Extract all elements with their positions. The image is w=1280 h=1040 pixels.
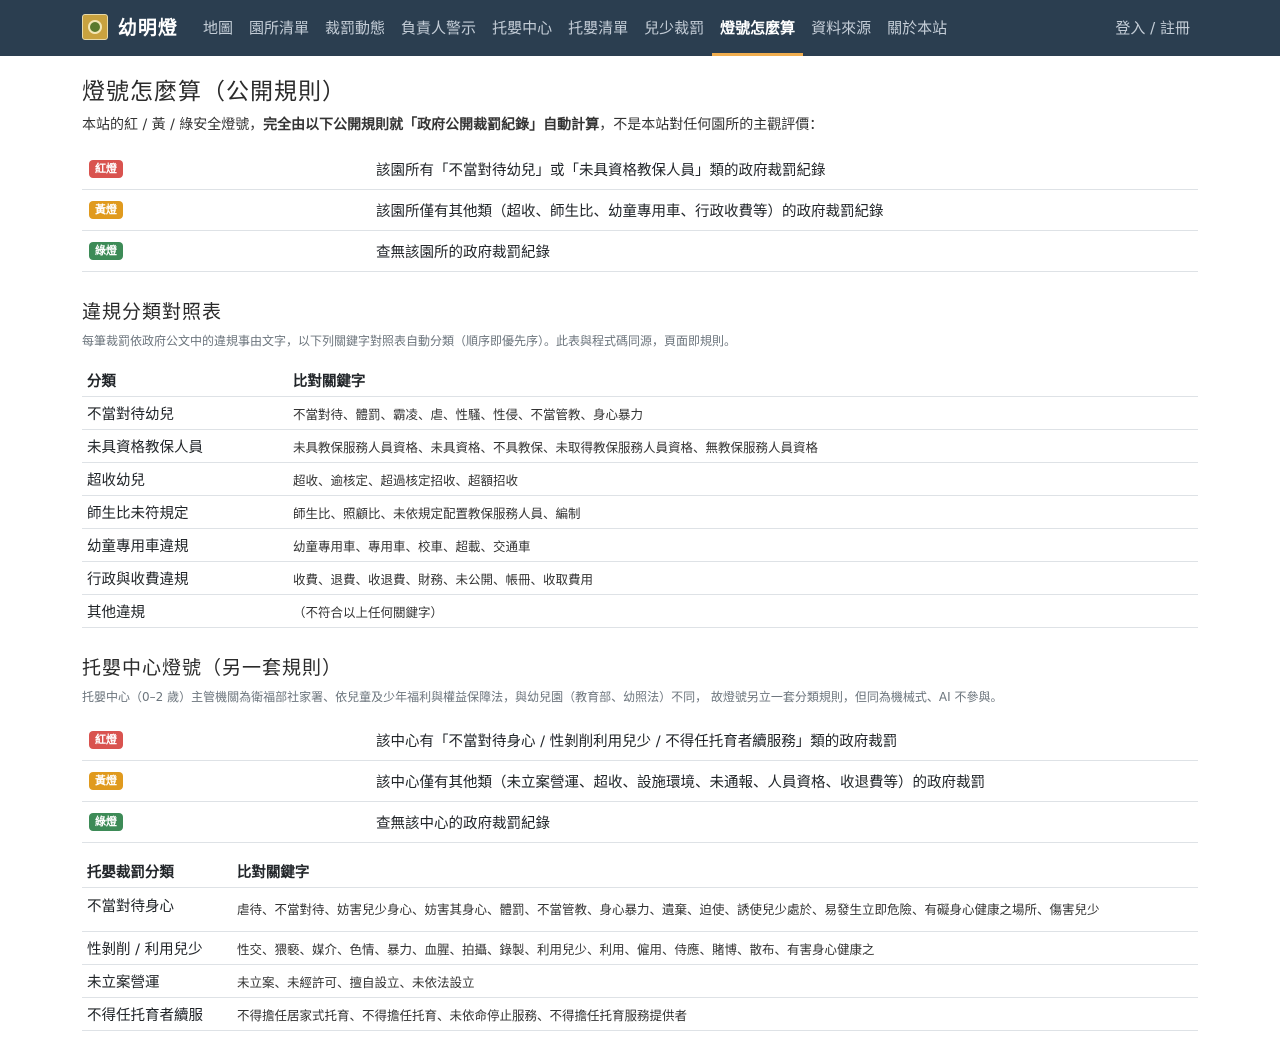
keywords-cell: 未具教保服務人員資格、未具資格、不具教保、未取得教保服務人員資格、無教保服務人員… (288, 429, 1198, 463)
nav-link-about[interactable]: 關於本站 (879, 0, 955, 56)
keywords-cell: 超收、逾核定、超過核定招收、超額招收 (288, 462, 1198, 496)
table-row: 師生比未符規定 師生比、照顧比、未依規定配置教保服務人員、編制 (82, 495, 1198, 529)
yellow-light-badge: 黃燈 (89, 201, 123, 219)
rule-text: 該園所有「不當對待幼兒」或「未具資格教保人員」類的政府裁罰紀錄 (376, 149, 1198, 190)
nav-link-daycare-centers[interactable]: 托嬰中心 (484, 0, 560, 56)
keywords-cell: 未立案、未經許可、擅自設立、未依法設立 (232, 964, 1198, 998)
table-row: 超收幼兒 超收、逾核定、超過核定招收、超額招收 (82, 462, 1198, 496)
table-row: 不當對待身心 虐待、不當對待、妨害兒少身心、妨害其身心、體罰、不當管教、身心暴力、… (82, 887, 1198, 932)
section-title-daycare-lights: 托嬰中心燈號（另一套規則） (82, 657, 343, 679)
section-description: 每筆裁罰依政府公文中的違規事由文字，以下列關鍵字對照表自動分類（順序即優先序）。… (82, 334, 737, 348)
rule-text: 查無該中心的政府裁罰紀錄 (376, 801, 1198, 843)
site-logo-icon (82, 13, 108, 40)
rule-row-red: 紅燈 該園所有「不當對待幼兒」或「未具資格教保人員」類的政府裁罰紀錄 (82, 149, 1198, 190)
category-cell: 不得任托育者續服 (82, 997, 232, 1031)
rule-text: 該園所僅有其他類（超收、師生比、幼童專用車、行政收費等）的政府裁罰紀錄 (376, 189, 1198, 231)
keywords-cell: 不得擔任居家式托育、不得擔任托育、未依命停止服務、不得擔任托育服務提供者 (232, 997, 1198, 1031)
nav-link-map[interactable]: 地圖 (195, 0, 241, 56)
section-title-violation-categories: 違規分類對照表 (82, 301, 223, 323)
intro-bold-text: 完全由以下公開規則就「政府公開裁罰紀錄」自動計算 (263, 117, 600, 133)
keywords-cell: 不當對待、體罰、霸凌、虐、性騷、性侵、不當管教、身心暴力 (288, 396, 1198, 430)
brand-name: 幼明燈 (118, 17, 179, 39)
rule-row-red: 紅燈 該中心有「不當對待身心 / 性剝削利用兒少 / 不得任托育者續服務」類的政… (82, 720, 1198, 761)
nav-links: 地圖 園所清單 裁罰動態 負責人警示 托嬰中心 托嬰清單 兒少裁罰 燈號怎麼算 … (195, 0, 955, 56)
intro-text: 本站的紅 / 黃 / 綠安全燈號，完全由以下公開規則就「政府公開裁罰紀錄」自動計… (82, 117, 824, 133)
category-cell: 幼童專用車違規 (82, 528, 288, 562)
table-row: 不當對待幼兒 不當對待、體罰、霸凌、虐、性騷、性侵、不當管教、身心暴力 (82, 396, 1198, 430)
keywords-cell: 虐待、不當對待、妨害兒少身心、妨害其身心、體罰、不當管教、身心暴力、遺棄、迫使、… (232, 887, 1198, 932)
green-light-badge: 綠燈 (89, 242, 123, 260)
category-cell: 超收幼兒 (82, 462, 288, 496)
column-header-category: 托嬰裁罰分類 (82, 855, 232, 888)
keywords-cell: （不符合以上任何關鍵字） (288, 594, 1198, 628)
main-content: 燈號怎麼算（公開規則） 本站的紅 / 黃 / 綠安全燈號，完全由以下公開規則就「… (82, 56, 1198, 1031)
table-row: 不得任托育者續服 不得擔任居家式托育、不得擔任托育、未依命停止服務、不得擔任托育服… (82, 997, 1198, 1031)
green-light-badge: 綠燈 (89, 813, 123, 831)
kindergarten-light-rules: 紅燈 該園所有「不當對待幼兒」或「未具資格教保人員」類的政府裁罰紀錄 黃燈 該園… (82, 149, 1198, 272)
column-header-keywords: 比對關鍵字 (288, 364, 1198, 397)
violation-keyword-table: 分類 比對關鍵字 不當對待幼兒 不當對待、體罰、霸凌、虐、性騷、性侵、不當管教、身… (82, 364, 1198, 628)
top-navbar: 幼明燈 地圖 園所清單 裁罰動態 負責人警示 托嬰中心 托嬰清單 兒少裁罰 燈號… (0, 0, 1280, 56)
nav-link-light-rules[interactable]: 燈號怎麼算 (712, 0, 804, 56)
section-description: 托嬰中心（0–2 歲）主管機關為衛福部社家署、依兒童及少年福利與權益保障法，與幼… (82, 690, 1003, 704)
column-header-keywords: 比對關鍵字 (232, 855, 1198, 888)
keywords-cell: 幼童專用車、專用車、校車、超載、交通車 (288, 528, 1198, 562)
daycare-keyword-table: 托嬰裁罰分類 比對關鍵字 不當對待身心 虐待、不當對待、妨害兒少身心、妨害其身心、… (82, 855, 1198, 1031)
page-title: 燈號怎麼算（公開規則） (82, 79, 346, 105)
column-header-category: 分類 (82, 364, 288, 397)
category-cell: 未立案營運 (82, 964, 232, 998)
table-row: 行政與收費違規 收費、退費、收退費、財務、未公開、帳冊、收取費用 (82, 561, 1198, 595)
red-light-badge: 紅燈 (89, 731, 123, 749)
nav-link-child-penalties[interactable]: 兒少裁罰 (636, 0, 712, 56)
table-row: 其他違規 （不符合以上任何關鍵字） (82, 594, 1198, 628)
table-header-row: 托嬰裁罰分類 比對關鍵字 (82, 855, 1198, 888)
table-row: 性剝削 / 利用兒少 性交、猥褻、媒介、色情、暴力、血腥、拍攝、錄製、利用兒少、利… (82, 931, 1198, 965)
category-cell: 行政與收費違規 (82, 561, 288, 595)
category-cell: 性剝削 / 利用兒少 (82, 931, 232, 965)
rule-row-yellow: 黃燈 該中心僅有其他類（未立案營運、超收、設施環境、未通報、人員資格、收退費等）… (82, 760, 1198, 802)
rule-text: 該中心僅有其他類（未立案營運、超收、設施環境、未通報、人員資格、收退費等）的政府… (376, 760, 1198, 802)
table-row: 未立案營運 未立案、未經許可、擅自設立、未依法設立 (82, 964, 1198, 998)
nav-link-daycare-list[interactable]: 托嬰清單 (560, 0, 636, 56)
category-cell: 不當對待身心 (82, 887, 232, 932)
keywords-cell: 性交、猥褻、媒介、色情、暴力、血腥、拍攝、錄製、利用兒少、利用、僱用、侍應、賭博… (232, 931, 1198, 965)
category-cell: 不當對待幼兒 (82, 396, 288, 430)
category-cell: 未具資格教保人員 (82, 429, 288, 463)
table-row: 幼童專用車違規 幼童專用車、專用車、校車、超載、交通車 (82, 528, 1198, 562)
rule-text: 查無該園所的政府裁罰紀錄 (376, 230, 1198, 272)
category-cell: 師生比未符規定 (82, 495, 288, 529)
keywords-cell: 收費、退費、收退費、財務、未公開、帳冊、收取費用 (288, 561, 1198, 595)
table-header-row: 分類 比對關鍵字 (82, 364, 1198, 397)
brand-link[interactable]: 幼明燈 (82, 13, 178, 40)
rule-row-yellow: 黃燈 該園所僅有其他類（超收、師生比、幼童專用車、行政收費等）的政府裁罰紀錄 (82, 189, 1198, 231)
rule-row-green: 綠燈 查無該園所的政府裁罰紀錄 (82, 230, 1198, 272)
keywords-cell: 師生比、照顧比、未依規定配置教保服務人員、編制 (288, 495, 1198, 529)
red-light-badge: 紅燈 (89, 160, 123, 178)
nav-link-owner-alerts[interactable]: 負責人警示 (393, 0, 484, 56)
rule-row-green: 綠燈 查無該中心的政府裁罰紀錄 (82, 801, 1198, 843)
rule-text: 該中心有「不當對待身心 / 性剝削利用兒少 / 不得任托育者續服務」類的政府裁罰 (376, 720, 1198, 761)
nav-link-data-sources[interactable]: 資料來源 (803, 0, 879, 56)
category-cell: 其他違規 (82, 594, 288, 628)
daycare-light-rules: 紅燈 該中心有「不當對待身心 / 性剝削利用兒少 / 不得任托育者續服務」類的政… (82, 720, 1198, 843)
table-row: 未具資格教保人員 未具教保服務人員資格、未具資格、不具教保、未取得教保服務人員資格… (82, 429, 1198, 463)
login-register-link[interactable]: 登入 / 註冊 (1115, 0, 1190, 56)
nav-link-kindergarten-list[interactable]: 園所清單 (241, 0, 317, 56)
yellow-light-badge: 黃燈 (89, 772, 123, 790)
nav-link-penalty-feed[interactable]: 裁罰動態 (317, 0, 393, 56)
